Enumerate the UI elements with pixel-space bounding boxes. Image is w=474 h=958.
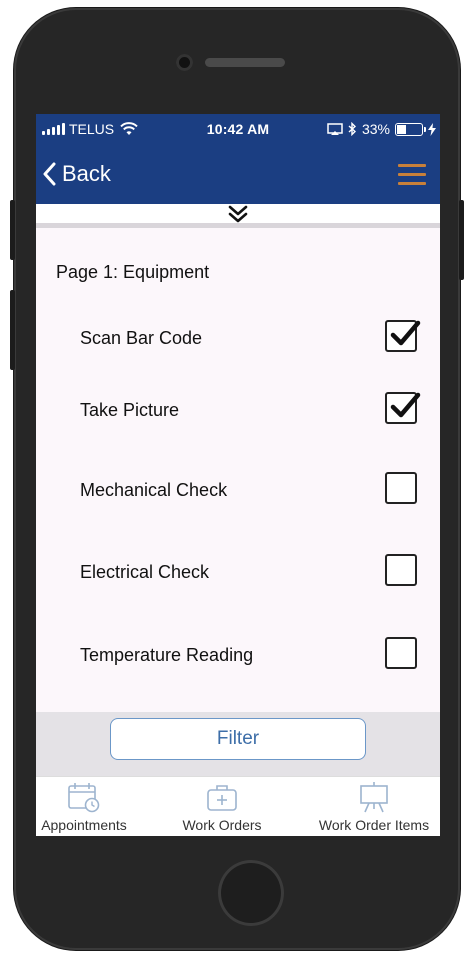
back-label: Back [62,161,111,186]
earpiece-speaker [205,58,285,67]
tab-appointments[interactable]: Appointments [36,777,132,836]
collapse-toggle[interactable] [36,204,440,228]
power-button [459,200,464,280]
tab-work-order-items[interactable]: Work Order Items [310,777,438,836]
easel-icon [360,782,388,813]
bluetooth-icon [348,122,356,136]
airplay-icon [327,122,343,135]
page-title: Page 1: Equipment [56,262,210,282]
checklist-item-label: Temperature Reading [80,645,254,665]
filter-button[interactable]: Filter [110,718,366,760]
checklist-item-label: Electrical Check [80,562,210,582]
status-bar: TELUS 10:42 AM 33% [36,114,440,144]
double-chevron-down-icon [228,205,248,222]
battery-icon [395,122,426,136]
app-screen: TELUS 10:42 AM 33% Back Page 1: Equipmen… [36,114,440,836]
checkbox-scan-bar-code[interactable] [385,320,421,352]
checklist-item: Take Picture [80,392,421,428]
calendar-icon [68,783,100,813]
checklist-item: Mechanical Check [80,472,420,508]
checkbox-electrical-check[interactable] [385,554,417,586]
checkbox-mechanical-check[interactable] [385,472,417,504]
tab-label: Work Order Items [318,817,430,833]
tab-bar: Appointments Work Orders Work Order Item… [36,776,440,836]
tab-work-orders[interactable]: Work Orders [172,777,272,836]
tab-label: Appointments [41,817,127,833]
tab-label: Work Orders [182,817,262,833]
checklist-item: Scan Bar Code [80,320,421,356]
battery-percent: 33% [361,121,390,137]
checkmark-icon [390,320,421,346]
hamburger-menu-icon[interactable] [398,164,426,186]
checklist-item: Electrical Check [80,554,420,590]
checklist-item-label: Scan Bar Code [80,328,203,348]
checkbox-temperature-reading[interactable] [385,637,417,669]
checklist-item: Temperature Reading [80,637,420,673]
checkbox-take-picture[interactable] [385,392,421,424]
checkmark-icon [390,392,421,418]
toolbox-icon [207,785,237,811]
checklist-item-label: Take Picture [80,400,180,420]
mute-switch [10,200,15,260]
filter-area: Filter [36,712,440,776]
front-camera [176,54,193,71]
checklist-item-label: Mechanical Check [80,480,228,500]
home-button[interactable] [218,860,284,926]
status-right: 33% [327,121,436,137]
charging-icon [428,122,436,136]
chevron-left-icon [43,162,56,186]
nav-bar: Back [36,144,440,204]
volume-button [10,290,15,370]
back-button[interactable]: Back [42,158,111,190]
